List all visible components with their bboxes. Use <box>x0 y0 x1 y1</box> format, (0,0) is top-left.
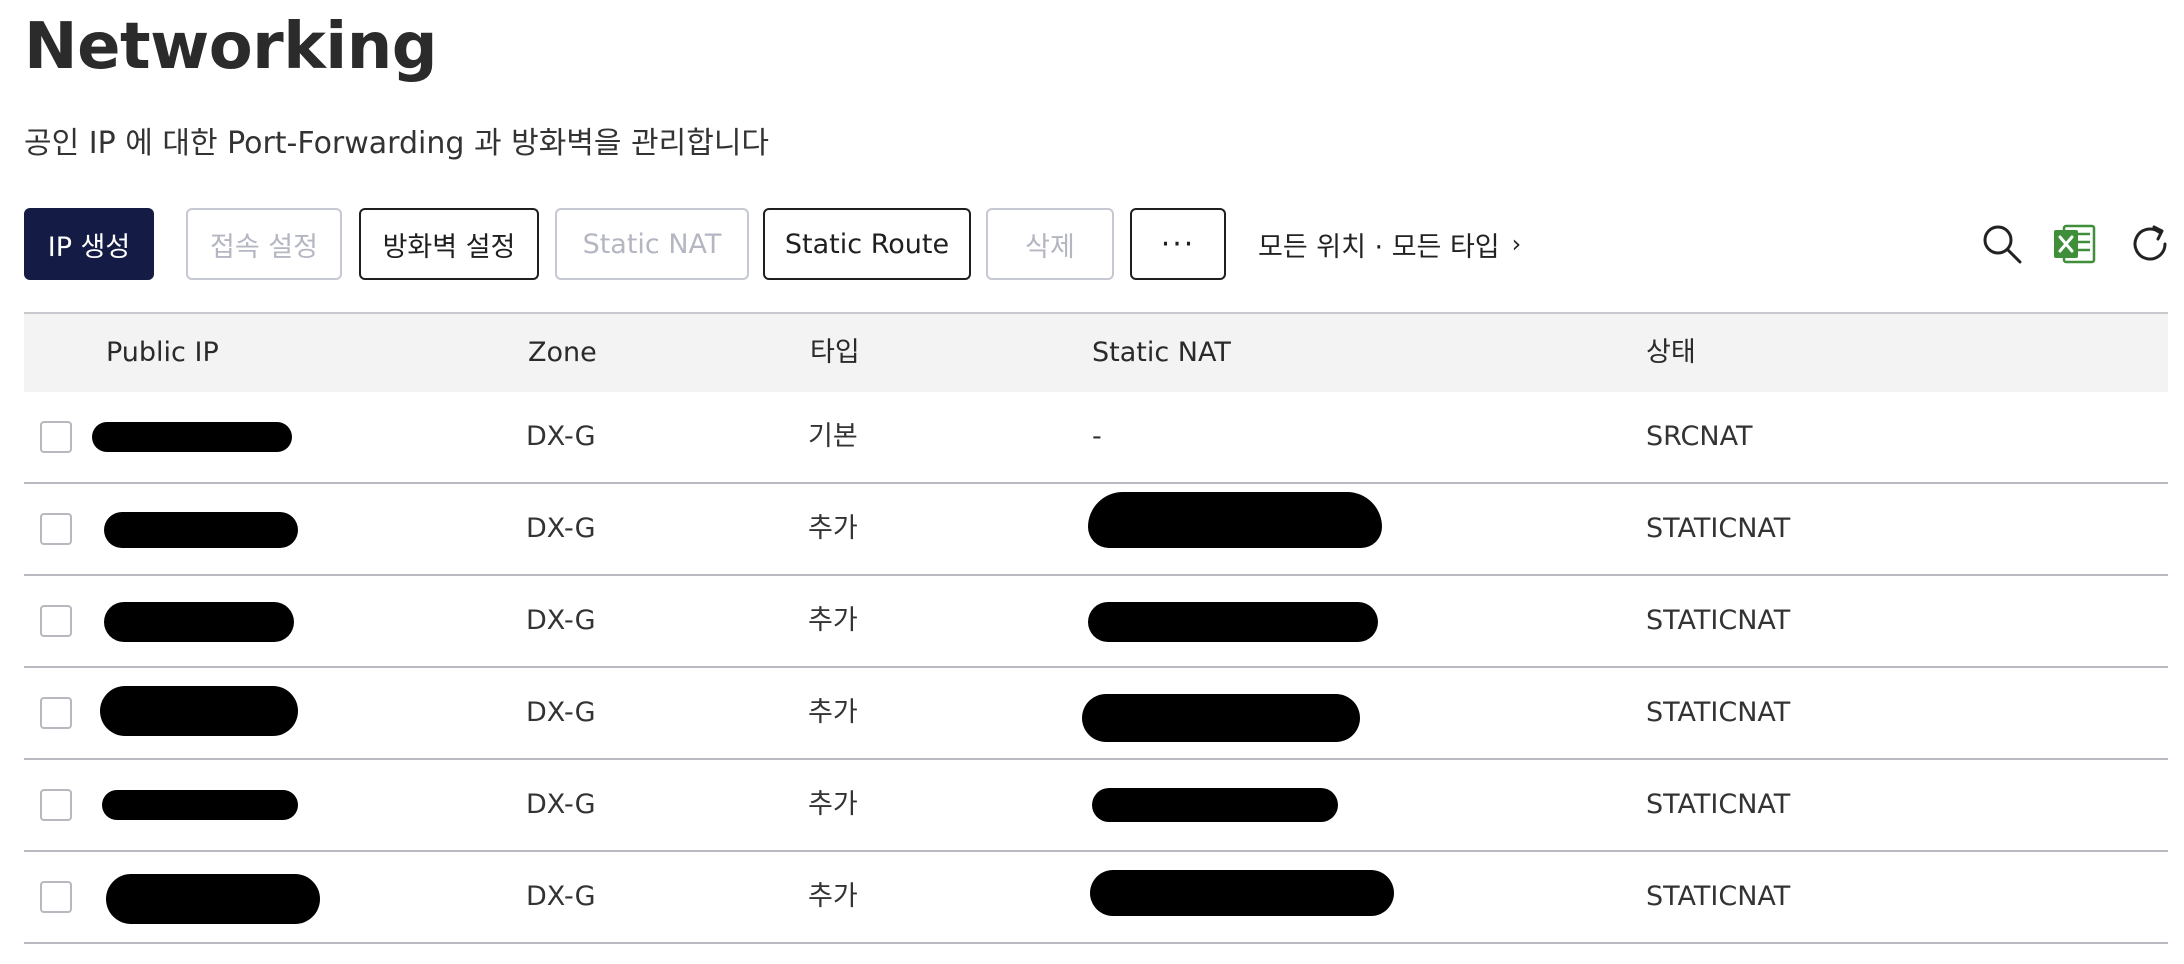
redacted-static-nat <box>1092 788 1338 822</box>
redacted-static-nat <box>1082 694 1360 742</box>
page-title: Networking <box>24 10 438 84</box>
table-row[interactable]: DX-G 추가 STATICNAT <box>24 852 2168 944</box>
networking-page: Networking 공인 IP 에 대한 Port-Forwarding 과 … <box>0 0 2184 964</box>
table-header: Public IP Zone 타입 Static NAT 상태 <box>24 312 2168 392</box>
status-cell: STATICNAT <box>1646 513 1791 544</box>
location-type-filter[interactable]: 모든 위치 · 모든 타입 › <box>1258 208 1521 280</box>
row-checkbox[interactable] <box>40 513 72 545</box>
row-checkbox[interactable] <box>40 421 72 453</box>
zone-cell: DX-G <box>526 513 596 544</box>
zone-cell: DX-G <box>526 697 596 728</box>
row-checkbox[interactable] <box>40 697 72 729</box>
zone-cell: DX-G <box>526 881 596 912</box>
row-checkbox[interactable] <box>40 881 72 913</box>
redacted-public-ip <box>104 512 298 548</box>
status-cell: STATICNAT <box>1646 789 1791 820</box>
table-row[interactable]: DX-G 추가 STATICNAT <box>24 668 2168 760</box>
redacted-public-ip <box>106 874 320 924</box>
static-nat-cell: - <box>1092 421 1102 452</box>
redacted-public-ip <box>102 790 298 820</box>
more-button[interactable]: ··· <box>1130 208 1226 280</box>
table-row[interactable]: DX-G 추가 STATICNAT <box>24 760 2168 852</box>
type-cell: 추가 <box>808 513 858 544</box>
redacted-static-nat <box>1090 870 1394 916</box>
static-nat-button[interactable]: Static NAT <box>555 208 749 280</box>
status-cell: SRCNAT <box>1646 421 1753 452</box>
redacted-static-nat <box>1088 492 1382 548</box>
column-header-type[interactable]: 타입 <box>810 314 860 392</box>
filter-label: 모든 위치 · 모든 타입 <box>1258 231 1500 263</box>
status-cell: STATICNAT <box>1646 605 1791 636</box>
type-cell: 추가 <box>808 697 858 728</box>
public-ip-table: Public IP Zone 타입 Static NAT 상태 DX-G 기본 … <box>24 312 2168 944</box>
redacted-static-nat <box>1088 602 1378 642</box>
zone-cell: DX-G <box>526 605 596 636</box>
status-cell: STATICNAT <box>1646 881 1791 912</box>
zone-cell: DX-G <box>526 421 596 452</box>
redacted-public-ip <box>104 602 294 642</box>
type-cell: 추가 <box>808 789 858 820</box>
refresh-icon[interactable] <box>2128 222 2172 266</box>
row-checkbox[interactable] <box>40 605 72 637</box>
access-settings-button[interactable]: 접속 설정 <box>186 208 342 280</box>
type-cell: 추가 <box>808 881 858 912</box>
column-header-public-ip[interactable]: Public IP <box>106 314 219 392</box>
table-row[interactable]: DX-G 추가 STATICNAT <box>24 484 2168 576</box>
static-route-button[interactable]: Static Route <box>763 208 971 280</box>
create-ip-button[interactable]: IP 생성 <box>24 208 154 280</box>
column-header-static-nat[interactable]: Static NAT <box>1092 314 1231 392</box>
redacted-public-ip <box>92 422 292 452</box>
table-row[interactable]: DX-G 기본 - SRCNAT <box>24 392 2168 484</box>
type-cell: 추가 <box>808 605 858 636</box>
type-cell: 기본 <box>808 421 858 452</box>
chevron-right-icon: › <box>1511 230 1522 258</box>
page-subtitle: 공인 IP 에 대한 Port-Forwarding 과 방화벽을 관리합니다 <box>24 126 770 161</box>
table-row[interactable]: DX-G 추가 STATICNAT <box>24 576 2168 668</box>
excel-icon[interactable] <box>2052 222 2096 266</box>
status-cell: STATICNAT <box>1646 697 1791 728</box>
search-icon[interactable] <box>1980 222 2024 266</box>
column-header-zone[interactable]: Zone <box>528 314 597 392</box>
column-header-status[interactable]: 상태 <box>1646 314 1696 392</box>
zone-cell: DX-G <box>526 789 596 820</box>
redacted-public-ip <box>100 686 298 736</box>
delete-button[interactable]: 삭제 <box>986 208 1114 280</box>
firewall-settings-button[interactable]: 방화벽 설정 <box>359 208 539 280</box>
row-checkbox[interactable] <box>40 789 72 821</box>
